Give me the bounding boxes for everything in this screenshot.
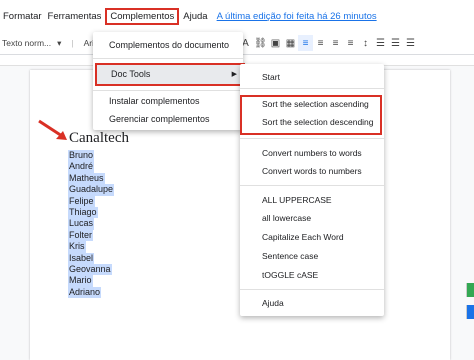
side-panel-tab[interactable]	[466, 283, 474, 297]
doc-tools-submenu: Start Sort the selection ascending Sort …	[240, 64, 384, 316]
menu-divider	[240, 185, 384, 186]
submenu-item-all-uppercase[interactable]: ALL UPPERCASE	[262, 195, 332, 205]
list-item: Mario	[68, 275, 93, 287]
submenu-item-numbers-to-words[interactable]: Convert numbers to words	[262, 148, 362, 158]
submenu-item-ajuda[interactable]: Ajuda	[262, 298, 284, 308]
checklist-icon[interactable]: ☰	[373, 35, 388, 51]
menu-formatar[interactable]: Formatar	[0, 11, 45, 22]
red-arrow-icon	[38, 119, 67, 140]
insert-link-icon[interactable]: ⛓	[253, 35, 268, 51]
submenu-item-all-lowercase[interactable]: all lowercase	[262, 213, 311, 223]
toolbar-separator: |	[71, 38, 74, 48]
name-list: Bruno André Matheus Guadalupe Felipe Thiago Lu…	[68, 150, 115, 299]
complementos-menu: Complementos do documento Doc Tools ▶ In…	[93, 32, 245, 130]
doc-tools-label: Doc Tools	[111, 69, 151, 79]
menu-divider	[240, 88, 384, 89]
menu-ferramentas[interactable]: Ferramentas	[45, 11, 105, 22]
list-item: Isabel	[68, 252, 95, 265]
submenu-arrow-icon: ▶	[231, 71, 237, 78]
document-heading: Canaltech	[69, 130, 129, 146]
insert-comment-icon[interactable]: ▣	[268, 35, 283, 51]
last-edit-link[interactable]: A última edição foi feita há 26 minutos	[217, 11, 377, 22]
list-item: Lucas	[68, 218, 95, 230]
submenu-item-sentence-case[interactable]: Sentence case	[262, 251, 318, 261]
align-center-icon[interactable]: ≡	[313, 35, 328, 51]
chevron-down-icon[interactable]: ▾	[57, 38, 61, 49]
bulleted-list-icon[interactable]: ☰	[388, 35, 403, 51]
insert-image-icon[interactable]: ▦	[283, 35, 298, 51]
align-right-icon[interactable]: ≡	[328, 35, 343, 51]
numbered-list-icon[interactable]: ☰	[403, 35, 418, 51]
list-item: Geovanna	[68, 264, 112, 276]
submenu-item-capitalize-each-word[interactable]: Capitalize Each Word	[262, 232, 344, 242]
list-item: Matheus	[68, 172, 105, 185]
menu-item-doc-tools[interactable]: Doc Tools ▶	[95, 63, 245, 86]
list-item: Guadalupe	[68, 184, 115, 196]
menu-item-gerenciar-complementos[interactable]: Gerenciar complementos	[109, 114, 210, 124]
line-spacing-icon[interactable]: ↕	[358, 35, 373, 51]
menu-divider	[240, 138, 384, 139]
list-item: André	[68, 161, 95, 173]
list-item: Bruno	[68, 150, 95, 162]
submenu-item-sort-ascending[interactable]: Sort the selection ascending	[262, 99, 369, 109]
list-item: Folter	[68, 229, 94, 242]
menu-ajuda[interactable]: Ajuda	[180, 11, 210, 22]
menu-divider	[240, 289, 384, 290]
justify-icon[interactable]: ≡	[343, 35, 358, 51]
paragraph-style-select[interactable]: Texto norm...	[2, 38, 51, 48]
menu-bar: Formatar Ferramentas Complementos Ajuda …	[0, 0, 474, 32]
list-item: Kris	[68, 241, 86, 253]
list-item: Adriano	[68, 286, 102, 299]
menu-item-instalar-complementos[interactable]: Instalar complementos	[109, 96, 200, 106]
submenu-item-start[interactable]: Start	[262, 72, 280, 82]
side-panel-tab[interactable]	[466, 305, 474, 319]
submenu-item-words-to-numbers[interactable]: Convert words to numbers	[262, 166, 362, 176]
menu-complementos[interactable]: Complementos	[105, 7, 180, 25]
list-item: Thiago	[68, 207, 98, 219]
list-item: Felipe	[68, 195, 95, 208]
menu-divider	[93, 90, 243, 91]
align-left-icon[interactable]: ≡	[298, 35, 313, 51]
menu-divider	[93, 58, 243, 59]
toolbar-icon-group: A ⛓ ▣ ▦ ≡ ≡ ≡ ≡ ↕ ☰ ☰ ☰	[238, 32, 418, 54]
menu-item-complementos-do-documento[interactable]: Complementos do documento	[109, 40, 229, 50]
submenu-item-sort-descending[interactable]: Sort the selection descending	[262, 117, 374, 127]
submenu-item-toggle-case[interactable]: tOGGLE cASE	[262, 270, 318, 280]
